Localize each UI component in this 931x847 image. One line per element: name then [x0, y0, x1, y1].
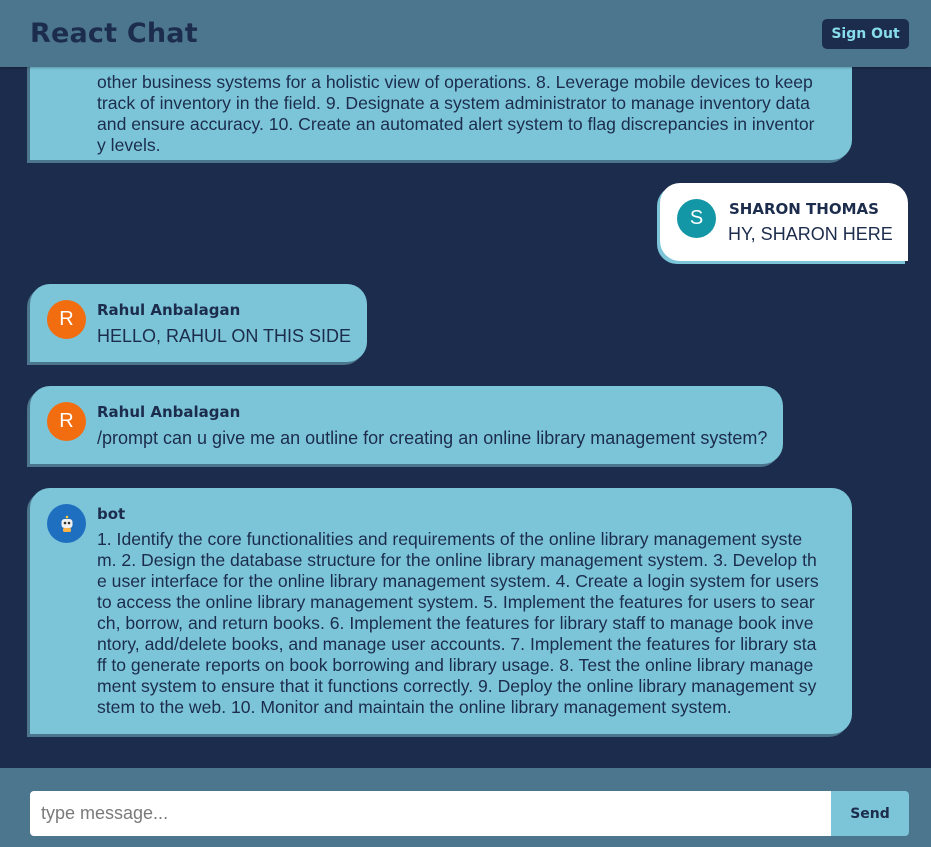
avatar: [47, 504, 86, 543]
message-text: 1. Identify the core functionalities and…: [97, 529, 819, 718]
message-line: y levels.: [97, 135, 161, 155]
message-text: other business systems for a holistic vi…: [97, 72, 815, 156]
message-line: 1. Identify the core functionalities and…: [97, 529, 803, 549]
send-button[interactable]: Send: [831, 791, 909, 836]
message-bubble: other business systems for a holistic vi…: [30, 67, 852, 160]
message-line: e user interface for the online library …: [97, 571, 819, 591]
avatar: S: [677, 199, 716, 238]
message-bubble-sent: S SHARON THOMAS HY, SHARON HERE: [660, 183, 908, 261]
message-line: other business systems for a holistic vi…: [97, 72, 813, 92]
message-bubble: R Rahul Anbalagan /prompt can u give me …: [30, 386, 783, 464]
message-line: ntory, add/delete books, and manage user…: [97, 634, 817, 654]
message-sender: SHARON THOMAS: [729, 200, 879, 218]
sign-out-button[interactable]: Sign Out: [822, 18, 909, 49]
message-sender: Rahul Anbalagan: [97, 301, 241, 319]
message-input[interactable]: [30, 791, 831, 836]
message-line: track of inventory in the field. 9. Desi…: [97, 93, 810, 113]
message-line: m. 2. Design the database structure for …: [97, 550, 817, 570]
message-bubble: R Rahul Anbalagan HELLO, RAHUL ON THIS S…: [30, 284, 367, 362]
app-header: React Chat Sign Out: [0, 0, 931, 67]
message-line: ment system to ensure that it functions …: [97, 676, 817, 696]
message-sender: bot: [97, 505, 126, 523]
robot-icon: [61, 515, 72, 532]
message-line: to access the online library management …: [97, 592, 815, 612]
message-composer: Send: [0, 768, 931, 847]
message-line: ch, borrow, and return books. 6. Impleme…: [97, 613, 814, 633]
avatar: R: [47, 402, 86, 441]
message-bubble: bot 1. Identify the core functionalities…: [30, 488, 852, 734]
message-line: ff to generate reports on book borrowing…: [97, 655, 814, 675]
app-title: React Chat: [30, 18, 198, 49]
message-text: HY, SHARON HERE: [728, 224, 893, 244]
message-text: /prompt can u give me an outline for cre…: [97, 428, 768, 448]
message-line: and ensure accuracy. 10. Create an autom…: [97, 114, 815, 134]
avatar: R: [47, 300, 86, 339]
message-sender: Rahul Anbalagan: [97, 403, 241, 421]
message-text: HELLO, RAHUL ON THIS SIDE: [97, 326, 352, 346]
message-line: stem to the web. 10. Monitor and maintai…: [97, 697, 732, 717]
chat-message-list[interactable]: other business systems for a holistic vi…: [0, 67, 931, 768]
